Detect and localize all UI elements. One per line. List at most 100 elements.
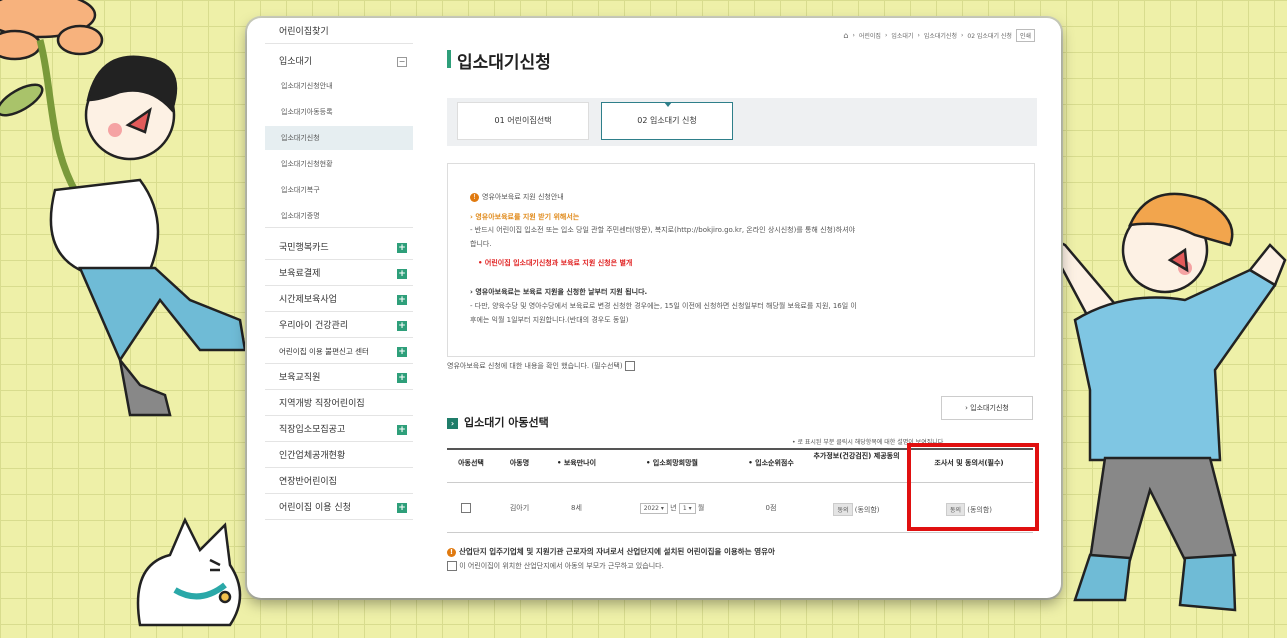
notice-warning: • 어린이집 입소대기신청과 보육료 지원 신청은 별개: [478, 259, 633, 267]
child-age: 8세: [571, 504, 582, 512]
sidebar-item-label: 입소대기아동등록: [281, 108, 333, 116]
breadcrumb-separator: ›: [960, 32, 964, 39]
industrial-title: 산업단지 입주기업체 및 지원기관 근로자의 자녀로서 산업단지에 설치된 어린…: [459, 547, 775, 556]
sidebar-item-label: 입소대기: [279, 57, 313, 67]
col-header: 추가정보(건강검진) 제공동의: [813, 452, 900, 460]
confirm-row: 영유아보육료 신청에 대한 내용을 확인 했습니다. (필수선택): [447, 361, 635, 371]
expand-icon[interactable]: +: [397, 295, 407, 305]
expand-icon[interactable]: +: [397, 321, 407, 331]
sidebar-subitem-apply[interactable]: 입소대기신청: [265, 126, 413, 150]
sidebar-item-label: 시간제보육사업: [279, 295, 337, 305]
sidebar-item-payment[interactable]: 보육료결제 +: [265, 262, 413, 286]
year-select[interactable]: 2022 ▾: [639, 503, 668, 514]
month-unit: 월: [697, 504, 705, 512]
sidebar-item-complaint[interactable]: 어린이집 이용 불편신고 센터 +: [265, 340, 413, 364]
col-header[interactable]: • 보육만나이: [544, 458, 609, 468]
breadcrumb-item[interactable]: 입소대기: [891, 31, 913, 40]
sidebar-item-label: 우리아이 건강관리: [279, 321, 349, 331]
child-name: 김아기: [509, 504, 530, 512]
sidebar-subitem-status[interactable]: 입소대기신청현황: [265, 152, 413, 176]
sidebar-item-label: 입소대기신청안내: [281, 82, 333, 90]
sidebar-item-label: 연장반어린이집: [279, 477, 337, 487]
notice-heading-2: › 영유아보육료는 보육료 지원을 신청한 날부터 지원 됩니다.: [470, 288, 648, 296]
arrow-right-icon: ›: [447, 417, 458, 429]
print-button[interactable]: 인쇄: [1015, 29, 1035, 42]
expand-icon[interactable]: +: [397, 347, 407, 357]
sidebar-subitem-restore[interactable]: 입소대기복구: [265, 178, 413, 202]
expand-icon[interactable]: +: [397, 243, 407, 253]
page-title: 입소대기신청: [447, 48, 551, 73]
breadcrumb-separator: ›: [884, 32, 888, 39]
sidebar-item-card[interactable]: 국민행복카드 +: [265, 236, 413, 260]
sidebar-subitem-certificate[interactable]: 입소대기증명: [265, 204, 413, 228]
breadcrumb-item[interactable]: 어린이집: [859, 31, 881, 40]
month-select[interactable]: 1 ▾: [678, 503, 696, 514]
expand-icon[interactable]: +: [397, 373, 407, 383]
sidebar-item-hourly[interactable]: 시간제보육사업 +: [265, 288, 413, 312]
breadcrumb-separator: ›: [917, 32, 920, 39]
sidebar-item-label: 어린이집 이용 신청: [279, 503, 351, 513]
home-icon[interactable]: ⌂: [843, 31, 848, 40]
cheering-boy-illustration: [1038, 192, 1287, 612]
year-unit: 년: [670, 504, 677, 512]
table-row-checkbox[interactable]: [461, 503, 471, 513]
sidebar-item-label: 어린이집 이용 불편신고 센터: [279, 347, 369, 356]
sidebar-item-label: 지역개방 직장어린이집: [279, 399, 365, 409]
section-title-text: 입소대기 아동선택: [464, 416, 549, 429]
year-value: 2022: [643, 505, 659, 512]
col-header[interactable]: • 입소희망희망월: [617, 458, 727, 468]
sidebar-item-label: 인간업체공개현황: [279, 451, 346, 461]
notice-heading-1: › 영유아보육료를 지원 받기 위해서는: [470, 212, 579, 222]
industrial-check-label: 이 어린이집이 위치한 산업단지에서 아동의 부모가 근무하고 있습니다.: [459, 562, 664, 570]
notice-text: 후에는 익월 1일부터 지원합니다.(반대의 경우도 동일): [470, 316, 629, 324]
step-select-daycare[interactable]: 01 어린이집선택: [457, 102, 589, 140]
breadcrumb: ⌂ › 어린이집 › 입소대기 › 입소대기신청 › 02 입소대기 신청 인쇄: [843, 29, 1035, 42]
step-indicator: 01 어린이집선택 02 입소대기 신청: [447, 98, 1037, 146]
expand-icon[interactable]: +: [397, 269, 407, 279]
sidebar-item-health[interactable]: 우리아이 건강관리 +: [265, 314, 413, 338]
step-apply-waiting[interactable]: 02 입소대기 신청: [601, 102, 733, 140]
sidebar-item-label: 입소대기증명: [281, 212, 320, 220]
confirm-checkbox[interactable]: [624, 361, 635, 371]
notice-text: - 다만, 양육수당 및 영아수당에서 보육료로 변경 신청한 경우에는, 15…: [470, 302, 857, 310]
apply-waiting-button[interactable]: › 입소대기신청: [941, 396, 1033, 420]
sidebar-item-staff[interactable]: 보육교직원 +: [265, 366, 413, 390]
notice-heading-text: › 영유아보육료를 지원 받기 위해서는: [470, 213, 580, 221]
sidebar-item-label: 입소대기신청현황: [281, 160, 333, 168]
row-checkbox[interactable]: [461, 503, 471, 513]
sidebar-item-recruit[interactable]: 직장입소모집공고 +: [265, 418, 413, 442]
col-header[interactable]: • 입소순위점수: [737, 458, 805, 468]
sidebar-item-workplace[interactable]: 지역개방 직장어린이집: [265, 392, 413, 416]
sidebar-item-label: 직장입소모집공고: [279, 425, 346, 435]
notice-text: - 반드시 어린이집 입소전 또는 입소 당일 관할 주민센터(방문), 복지로…: [470, 226, 856, 234]
alert-icon: !: [470, 192, 479, 202]
breadcrumb-item: 02 입소대기 신청: [967, 33, 1012, 40]
breadcrumb-separator: ›: [852, 32, 855, 39]
score: 0점: [765, 504, 777, 512]
row-divider: [447, 532, 1033, 533]
notice-title: 영유아보육료 지원 신청안내: [482, 193, 564, 201]
confirm-label: 영유아보육료 신청에 대한 내용을 확인 했습니다. (필수선택): [447, 362, 623, 370]
sidebar-subitem-guide[interactable]: 입소대기신청안내: [265, 74, 413, 98]
cat-illustration: [136, 517, 242, 627]
industrial-checkbox[interactable]: [447, 561, 457, 571]
sidebar-item-label: 보육료결제: [279, 269, 321, 279]
sidebar-item-extended[interactable]: 연장반어린이집: [265, 470, 413, 494]
health-agree-button[interactable]: 동의: [833, 503, 853, 516]
expand-icon[interactable]: +: [397, 425, 407, 435]
sidebar-item-disclosure[interactable]: 인간업체공개현황: [265, 444, 413, 468]
notice-title-row: ! 영유아보육료 지원 신청안내: [470, 192, 564, 202]
sidebar-item-find-daycare[interactable]: 어린이집찾기: [265, 20, 413, 44]
collapse-icon[interactable]: −: [397, 57, 407, 67]
notice-box: ! 영유아보육료 지원 신청안내 › 영유아보육료를 지원 받기 위해서는 - 반…: [447, 163, 1035, 357]
sidebar-item-label: 국민행복카드: [279, 243, 329, 253]
hope-month: 2022 ▾ 년 1 ▾ 월: [617, 503, 727, 514]
sidebar-item-use-apply[interactable]: 어린이집 이용 신청 +: [265, 496, 413, 520]
sidebar-item-waiting[interactable]: 입소대기 −: [265, 50, 413, 74]
sidebar-subitem-register[interactable]: 입소대기아동등록: [265, 100, 413, 124]
health-agree-cell: 동의 (동의함): [809, 503, 904, 516]
breadcrumb-item[interactable]: 입소대기신청: [924, 31, 957, 40]
expand-icon[interactable]: +: [397, 503, 407, 513]
sidebar-item-label: 입소대기신청: [281, 134, 320, 142]
alert-icon: !: [447, 547, 456, 557]
